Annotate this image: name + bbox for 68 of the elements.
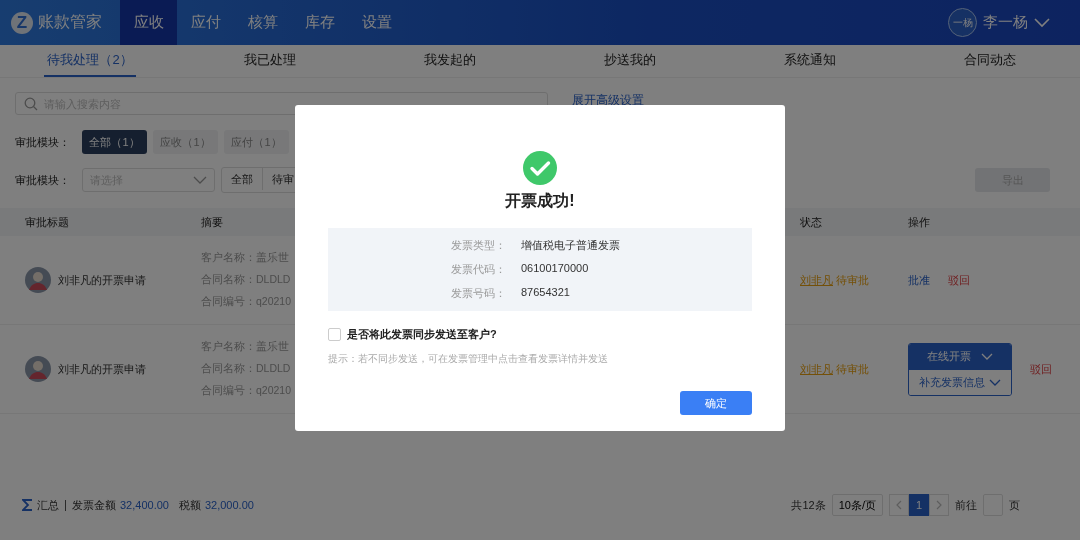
field-value: 87654321	[521, 286, 570, 300]
column-header: 摘要	[201, 214, 224, 230]
filter-label: 审批模块：	[15, 134, 71, 150]
sigma-icon	[22, 499, 33, 511]
confirm-button[interactable]: 确定	[680, 391, 752, 415]
request-title: 刘非凡的开票申请	[58, 272, 146, 288]
tab[interactable]: 系统通知	[781, 45, 839, 77]
next-page-button[interactable]	[929, 494, 949, 516]
app-name: 账款管家	[38, 12, 102, 32]
reject-link[interactable]: 驳回	[948, 272, 970, 288]
nav-tab[interactable]: 库存	[291, 0, 348, 45]
amount-value: 32,400.00	[120, 499, 169, 511]
previous-page-button[interactable]	[889, 494, 909, 516]
chevron-right-icon	[936, 500, 942, 510]
field-value: 06100170000	[521, 262, 589, 276]
user-link[interactable]: 刘非凡	[800, 272, 833, 288]
request-title: 刘非凡的开票申请	[58, 361, 146, 377]
user-link[interactable]: 刘非凡	[800, 361, 833, 377]
chevron-down-icon	[989, 378, 1001, 386]
amount-label: 发票金额	[72, 497, 116, 513]
tab[interactable]: 抄送我的	[601, 45, 659, 77]
checkbox-label: 是否将此发票同步发送至客户?	[347, 327, 497, 342]
field-value: 增值税电子普通发票	[521, 238, 620, 253]
status-text: 待审批	[836, 361, 869, 377]
tab[interactable]: 待我处理（2）	[44, 45, 136, 77]
avatar	[25, 356, 51, 382]
nav-tab[interactable]: 应收	[120, 0, 177, 45]
chevron-down-icon	[981, 353, 993, 360]
nav-tab[interactable]: 核算	[234, 0, 291, 45]
dialog-title: 开票成功!	[505, 191, 575, 211]
page-size-select[interactable]: 10条/页	[831, 494, 883, 516]
chevron-down-icon[interactable]	[1034, 17, 1050, 28]
reject-link[interactable]: 驳回	[1030, 361, 1052, 377]
tab[interactable]: 我发起的	[421, 45, 479, 77]
field-label: 发票代码：	[450, 262, 506, 277]
nav-tab[interactable]: 设置	[348, 0, 405, 45]
search-icon	[24, 97, 38, 111]
tab[interactable]: 合同动态	[961, 45, 1019, 77]
chevron-left-icon	[896, 500, 902, 510]
invoice-dropdown-button[interactable]: 在线开票	[909, 343, 1011, 370]
filter-label: 审批模块：	[15, 172, 71, 188]
page-button[interactable]: 1	[909, 494, 929, 516]
tab[interactable]: 我已处理	[241, 45, 299, 77]
chevron-down-icon	[193, 176, 207, 184]
goto-label: 前往	[955, 497, 977, 513]
status-text: 待审批	[836, 272, 869, 288]
tax-label: 税额	[178, 497, 201, 513]
column-header: 状态	[800, 214, 823, 230]
field-label: 发票类型：	[450, 238, 506, 253]
user-name[interactable]: 李一杨	[983, 13, 1028, 32]
avatar	[25, 267, 51, 293]
approve-link[interactable]: 批准	[908, 272, 930, 288]
status-segment[interactable]: 全部	[222, 168, 263, 190]
column-header: 操作	[908, 214, 931, 230]
checkbox[interactable]	[328, 328, 341, 341]
tax-value: 32,000.00	[204, 499, 254, 511]
status-segment[interactable]: 待审	[263, 168, 303, 190]
summary-label: 汇总	[37, 497, 59, 513]
success-check-icon	[523, 151, 557, 185]
filter-chip[interactable]: 全部（1）	[82, 130, 147, 154]
field-label: 发票号码：	[450, 286, 506, 301]
logo-icon: Z	[11, 11, 33, 34]
nav-tab[interactable]: 应付	[177, 0, 234, 45]
total-count: 共12条	[791, 497, 826, 513]
advanced-settings-link[interactable]: 展开高级设置	[572, 92, 644, 109]
hint-text: 提示：若不同步发送，可在发票管理中点击查看发票详情并发送	[328, 352, 609, 366]
page-suffix: 页	[1009, 497, 1020, 513]
column-header: 审批标题	[24, 214, 70, 230]
